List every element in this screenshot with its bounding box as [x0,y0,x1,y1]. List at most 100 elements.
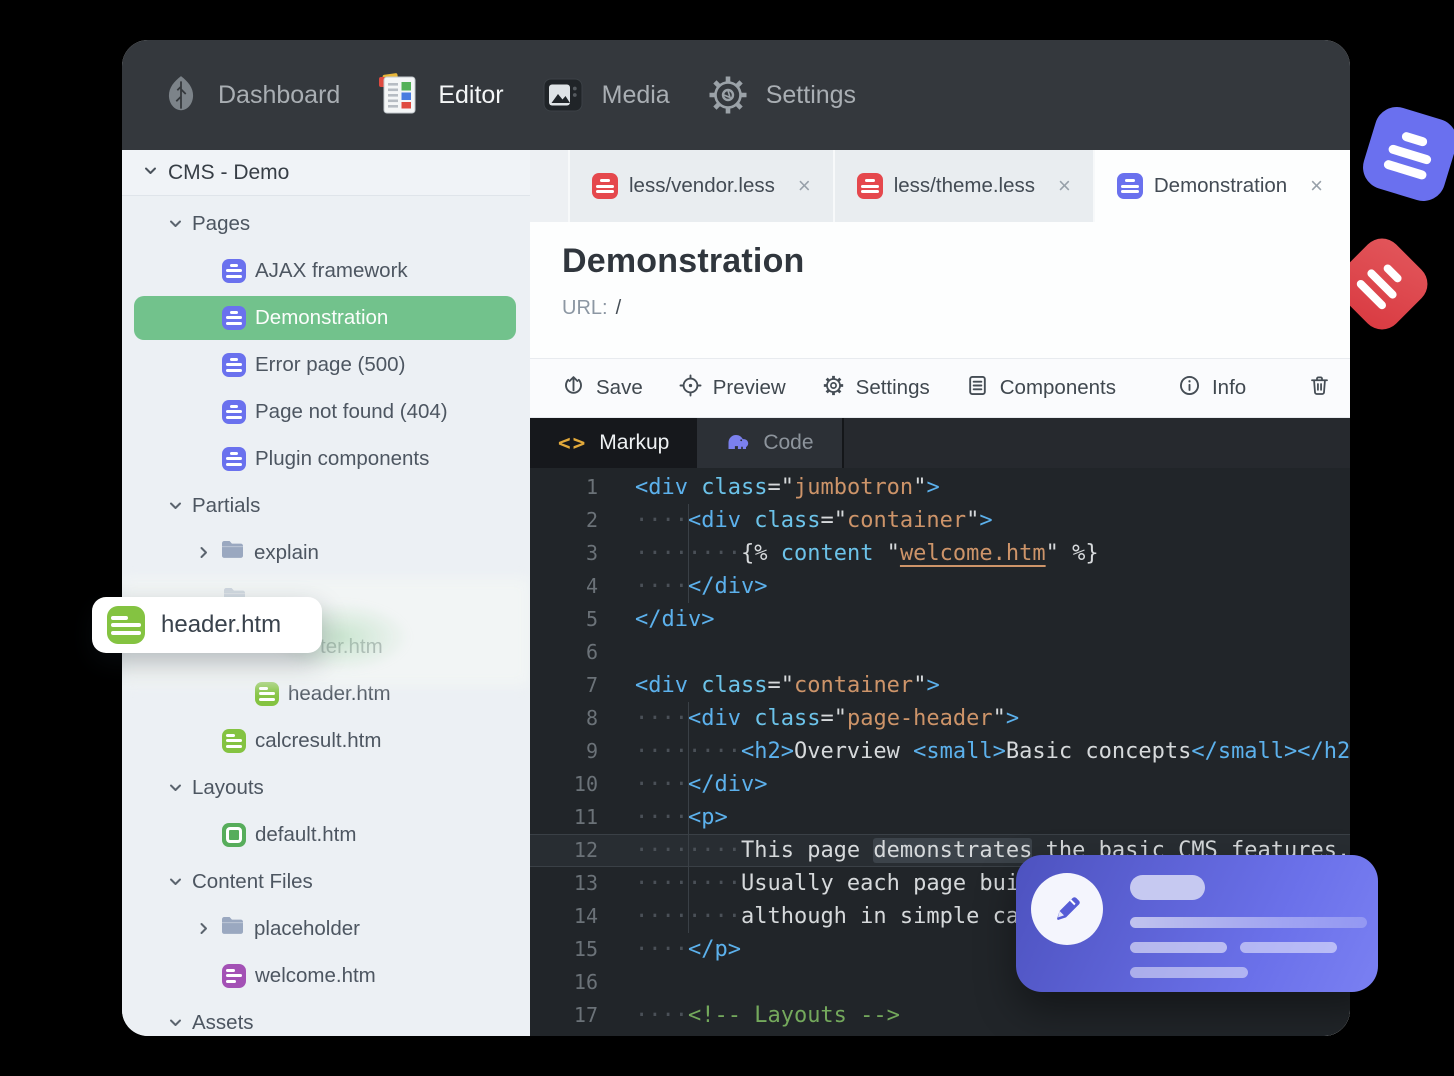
line-number: 6 [585,640,598,664]
file-label: Page not found (404) [255,399,448,423]
php-elephant-icon [725,428,751,458]
section-label: Content Files [192,869,313,893]
document-tab-demonstration[interactable]: Demonstration × [1094,150,1346,222]
editor-tab-label: Markup [599,431,670,454]
line-number: 5 [585,607,598,631]
nav-item-media[interactable]: Media [540,74,670,116]
skeleton-title [1130,875,1205,900]
file-label: AJAX framework [255,258,408,282]
nav-item-label: Dashboard [218,80,341,109]
nav-item-editor[interactable]: Editor [376,72,504,118]
preview-button[interactable]: Preview [679,374,786,403]
tab-label: less/theme.less [893,174,1035,197]
chevron-down-icon [168,780,183,795]
document-tab-less-theme-less[interactable]: less/theme.less × [834,150,1095,222]
line-number: 7 [585,673,598,697]
gear-icon [706,73,750,117]
line-number: 13 [573,871,598,895]
button-label: Settings [855,376,930,399]
code-line-18: 18····<h2>Layouts</h2> [530,1032,1350,1036]
code-line-11: 11 ····<p> [530,801,1350,834]
editor-tab-markup[interactable]: <> Markup [530,418,698,468]
document-tab-less-vendor-less[interactable]: less/vendor.less × [570,150,835,222]
skeleton-line-1 [1130,917,1367,928]
button-label: Save [596,376,643,399]
delete-button[interactable] [1308,374,1331,403]
sidebar-item-calcresult-htm[interactable]: calcresult.htm [122,717,530,764]
save-button[interactable]: Save [562,374,643,403]
line-number: 2 [585,508,598,532]
settings-button[interactable]: Settings [822,374,930,403]
info-icon [1178,374,1201,403]
nav-item-dashboard[interactable]: Dashboard [160,74,340,116]
chevron-down-icon [168,874,183,889]
url-value: / [615,297,622,319]
chevron-right-icon [196,921,211,936]
close-icon[interactable]: × [1058,173,1071,199]
components-icon [966,374,989,403]
sidebar-item-default-htm[interactable]: default.htm [122,811,530,858]
preview-icon [679,374,702,403]
settings-icon [822,374,845,403]
indent-guide [688,900,689,933]
line-number: 16 [573,970,598,994]
page-file-icon [222,352,246,377]
nav-item-label: Media [601,80,670,109]
sidebar-folder-explain[interactable]: explain [122,529,530,576]
nav-item-label: Editor [438,80,504,109]
indent-guide [688,867,689,900]
drag-ghost-header-htm[interactable]: header.htm [92,597,322,653]
skeleton-line-2a [1130,942,1227,953]
close-icon[interactable]: × [798,173,811,199]
drag-ghost-label: header.htm [161,611,282,638]
components-button[interactable]: Components [966,374,1116,403]
sidebar-item-error-page-500[interactable]: Error page (500) [122,341,530,388]
chevron-right-icon [196,545,211,560]
indent-guide [688,834,689,867]
close-icon[interactable]: × [1310,173,1323,199]
layout-file-icon [222,822,246,847]
sidebar-section-partials[interactable]: Partials [122,482,530,529]
code-line-1: 1 <div class="jumbotron"> [530,471,1350,504]
code-line-6: 6 [530,636,1350,669]
button-label: Info [1211,376,1247,399]
code-line-10: 10 ····</div> [530,768,1350,801]
file-type-icon [856,173,883,199]
sidebar-item-ajax-framework[interactable]: AJAX framework [122,247,530,294]
file-type-icon [592,173,618,199]
button-label: Preview [712,376,786,399]
tab-label: Demonstration [1153,174,1288,197]
indent-guide [688,735,689,768]
sidebar-section-content-files[interactable]: Content Files [122,858,530,905]
top-nav: Dashboard Editor Media Settings [122,40,1350,150]
sidebar-item-demonstration[interactable]: Demonstration [122,294,530,341]
save-icon [562,374,585,403]
sidebar-file-tree: CMS - Demo Pages AJAX framework Demonstrat… [122,150,530,1036]
sidebar-section-assets[interactable]: Assets [122,999,530,1036]
sidebar-section-layouts[interactable]: Layouts [122,764,530,811]
delete-icon [1308,374,1331,403]
editor-icon [376,72,422,118]
sidebar-item-welcome-htm[interactable]: welcome.htm [122,952,530,999]
sidebar-item-plugin-components[interactable]: Plugin components [122,435,530,482]
editor-tab-code[interactable]: Code [697,418,844,468]
sidebar-root-label: CMS - Demo [168,160,290,184]
info-button[interactable]: Info [1178,374,1246,403]
sidebar-item-page-not-found-404[interactable]: Page not found (404) [122,388,530,435]
nav-item-settings[interactable]: Settings [706,73,856,117]
floating-doc-icon-purple [1357,101,1454,207]
sidebar-root[interactable]: CMS - Demo [122,150,530,196]
page-file-icon [222,399,246,424]
tabbar-spacer [530,150,570,222]
code-line-17: 17 ····<!-- Layouts --> [530,999,1350,1032]
code-line-3: 3 ········{% content "welcome.htm" %} [530,537,1350,570]
line-number: 8 [585,706,598,730]
chevron-down-icon [168,216,183,231]
page-title: Demonstration [562,242,805,280]
code-brackets-icon: <> [558,431,588,455]
page-url: URL: / [562,297,1350,320]
sidebar-folder-placeholder[interactable]: placeholder [122,905,530,952]
code-line-5: 5 </div> [530,603,1350,636]
line-number: 1 [585,475,598,499]
sidebar-section-pages[interactable]: Pages [122,200,530,247]
